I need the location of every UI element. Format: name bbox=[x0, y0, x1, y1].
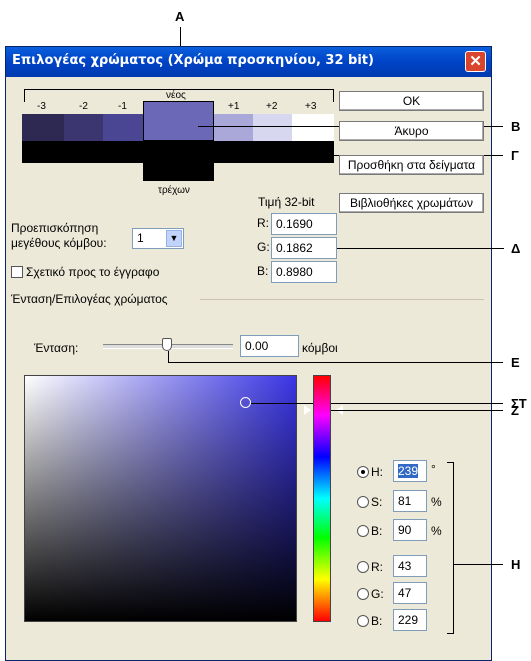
callout-e-line-v bbox=[168, 351, 169, 362]
callout-z-line bbox=[331, 410, 503, 411]
h-value: 239 bbox=[398, 464, 419, 478]
callout-z: Z bbox=[511, 403, 519, 418]
r-radio[interactable] bbox=[357, 561, 369, 573]
new-color-label: νέος bbox=[166, 90, 186, 101]
g-radio[interactable] bbox=[357, 588, 369, 600]
stop-size-value: 1 bbox=[137, 231, 144, 245]
callout-d-line bbox=[337, 248, 504, 249]
b32-label: B: bbox=[257, 264, 269, 278]
hue-slider-left-arrow[interactable] bbox=[304, 405, 311, 415]
ok-button[interactable]: OK bbox=[339, 91, 484, 111]
stop-label: -1 bbox=[118, 101, 127, 112]
r32-field[interactable]: 0.1690 bbox=[271, 213, 337, 235]
g32-field[interactable]: 0.1862 bbox=[271, 237, 337, 259]
r-field[interactable]: 43 bbox=[393, 555, 427, 577]
s-unit: % bbox=[431, 495, 442, 509]
color-libraries-button[interactable]: Βιβλιοθήκες χρωμάτων bbox=[339, 193, 484, 213]
h-unit: ° bbox=[431, 462, 436, 476]
h-label: H: bbox=[371, 465, 383, 479]
section-divider bbox=[200, 299, 484, 300]
callout-h-line bbox=[454, 564, 503, 565]
chevron-down-icon[interactable]: ▼ bbox=[166, 230, 182, 247]
new-color-step-swatch bbox=[253, 114, 292, 141]
add-to-swatches-button[interactable]: Προσθήκη στα δείγματα bbox=[339, 155, 484, 175]
relative-doc-label: Σχετικό προς το έγγραφο bbox=[26, 265, 160, 279]
callout-a: A bbox=[175, 9, 185, 24]
current-color-tab bbox=[143, 141, 214, 181]
g-field[interactable]: 47 bbox=[393, 582, 427, 604]
section-title: Ένταση/Επιλογέας χρώματος bbox=[11, 292, 168, 306]
b2-radio[interactable] bbox=[357, 615, 369, 627]
stop-size-label-2: μεγέθους κόμβου: bbox=[11, 236, 107, 250]
b-label: B: bbox=[371, 524, 383, 538]
stop-size-label: Προεπισκόπηση bbox=[11, 221, 99, 235]
new-color-step-swatch bbox=[214, 114, 253, 141]
s-field[interactable]: 81 bbox=[393, 490, 427, 512]
callout-f-line bbox=[251, 403, 503, 404]
stop-label: -2 bbox=[79, 101, 88, 112]
stop-size-select[interactable]: 1 ▼ bbox=[132, 228, 184, 249]
callout-b: B bbox=[511, 119, 521, 134]
new-color-main-swatch bbox=[143, 101, 214, 141]
intensity-label: Ένταση: bbox=[34, 341, 79, 355]
stop-label: -3 bbox=[37, 101, 46, 112]
callout-e: E bbox=[511, 355, 520, 370]
intensity-slider-thumb[interactable] bbox=[162, 338, 172, 351]
b2-field[interactable]: 229 bbox=[393, 609, 427, 631]
value32-title: Τιμή 32-bit bbox=[258, 195, 315, 209]
stop-label: +1 bbox=[228, 101, 240, 112]
close-button[interactable]: ✕ bbox=[465, 51, 486, 72]
b32-field[interactable]: 0.8980 bbox=[271, 261, 337, 283]
b-radio[interactable] bbox=[357, 525, 369, 537]
cancel-button[interactable]: Άκυρο bbox=[339, 121, 484, 141]
intensity-unit: κόμβοι bbox=[302, 341, 338, 355]
relative-doc-checkbox[interactable] bbox=[11, 266, 23, 278]
callout-h-bracket bbox=[447, 462, 454, 634]
callout-c: Γ bbox=[511, 148, 519, 163]
stop-label: +3 bbox=[305, 101, 317, 112]
window-title: Επιλογέας χρώματος (Χρώμα προσκηνίου, 32… bbox=[12, 53, 374, 68]
r-label: R: bbox=[371, 560, 383, 574]
g-label: G: bbox=[371, 587, 384, 601]
callout-d: Δ bbox=[511, 241, 521, 256]
stop-label: +2 bbox=[266, 101, 278, 112]
new-color-step-swatch bbox=[22, 114, 64, 141]
callout-e-line bbox=[168, 362, 503, 363]
new-color-step-swatch bbox=[103, 114, 143, 141]
current-color-label: τρέχων bbox=[158, 185, 190, 196]
color-field-cursor[interactable] bbox=[240, 397, 251, 408]
h-radio[interactable] bbox=[357, 466, 369, 478]
s-radio[interactable] bbox=[357, 496, 369, 508]
s-label: S: bbox=[371, 495, 383, 509]
g32-label: G: bbox=[257, 240, 270, 254]
b-unit: % bbox=[431, 524, 442, 538]
intensity-field[interactable]: 0.00 bbox=[240, 335, 299, 357]
b-field[interactable]: 90 bbox=[393, 519, 427, 541]
h-field[interactable]: 239 bbox=[393, 460, 427, 482]
color-field[interactable] bbox=[24, 375, 297, 622]
r32-label: R: bbox=[257, 216, 269, 230]
new-color-step-swatch bbox=[64, 114, 103, 141]
callout-h: H bbox=[511, 557, 521, 572]
b2-label: B: bbox=[371, 614, 383, 628]
new-color-step-swatch bbox=[292, 114, 334, 141]
hue-slider[interactable] bbox=[313, 375, 331, 622]
title-bar[interactable]: Επιλογέας χρώματος (Χρώμα προσκηνίου, 32… bbox=[6, 47, 491, 77]
